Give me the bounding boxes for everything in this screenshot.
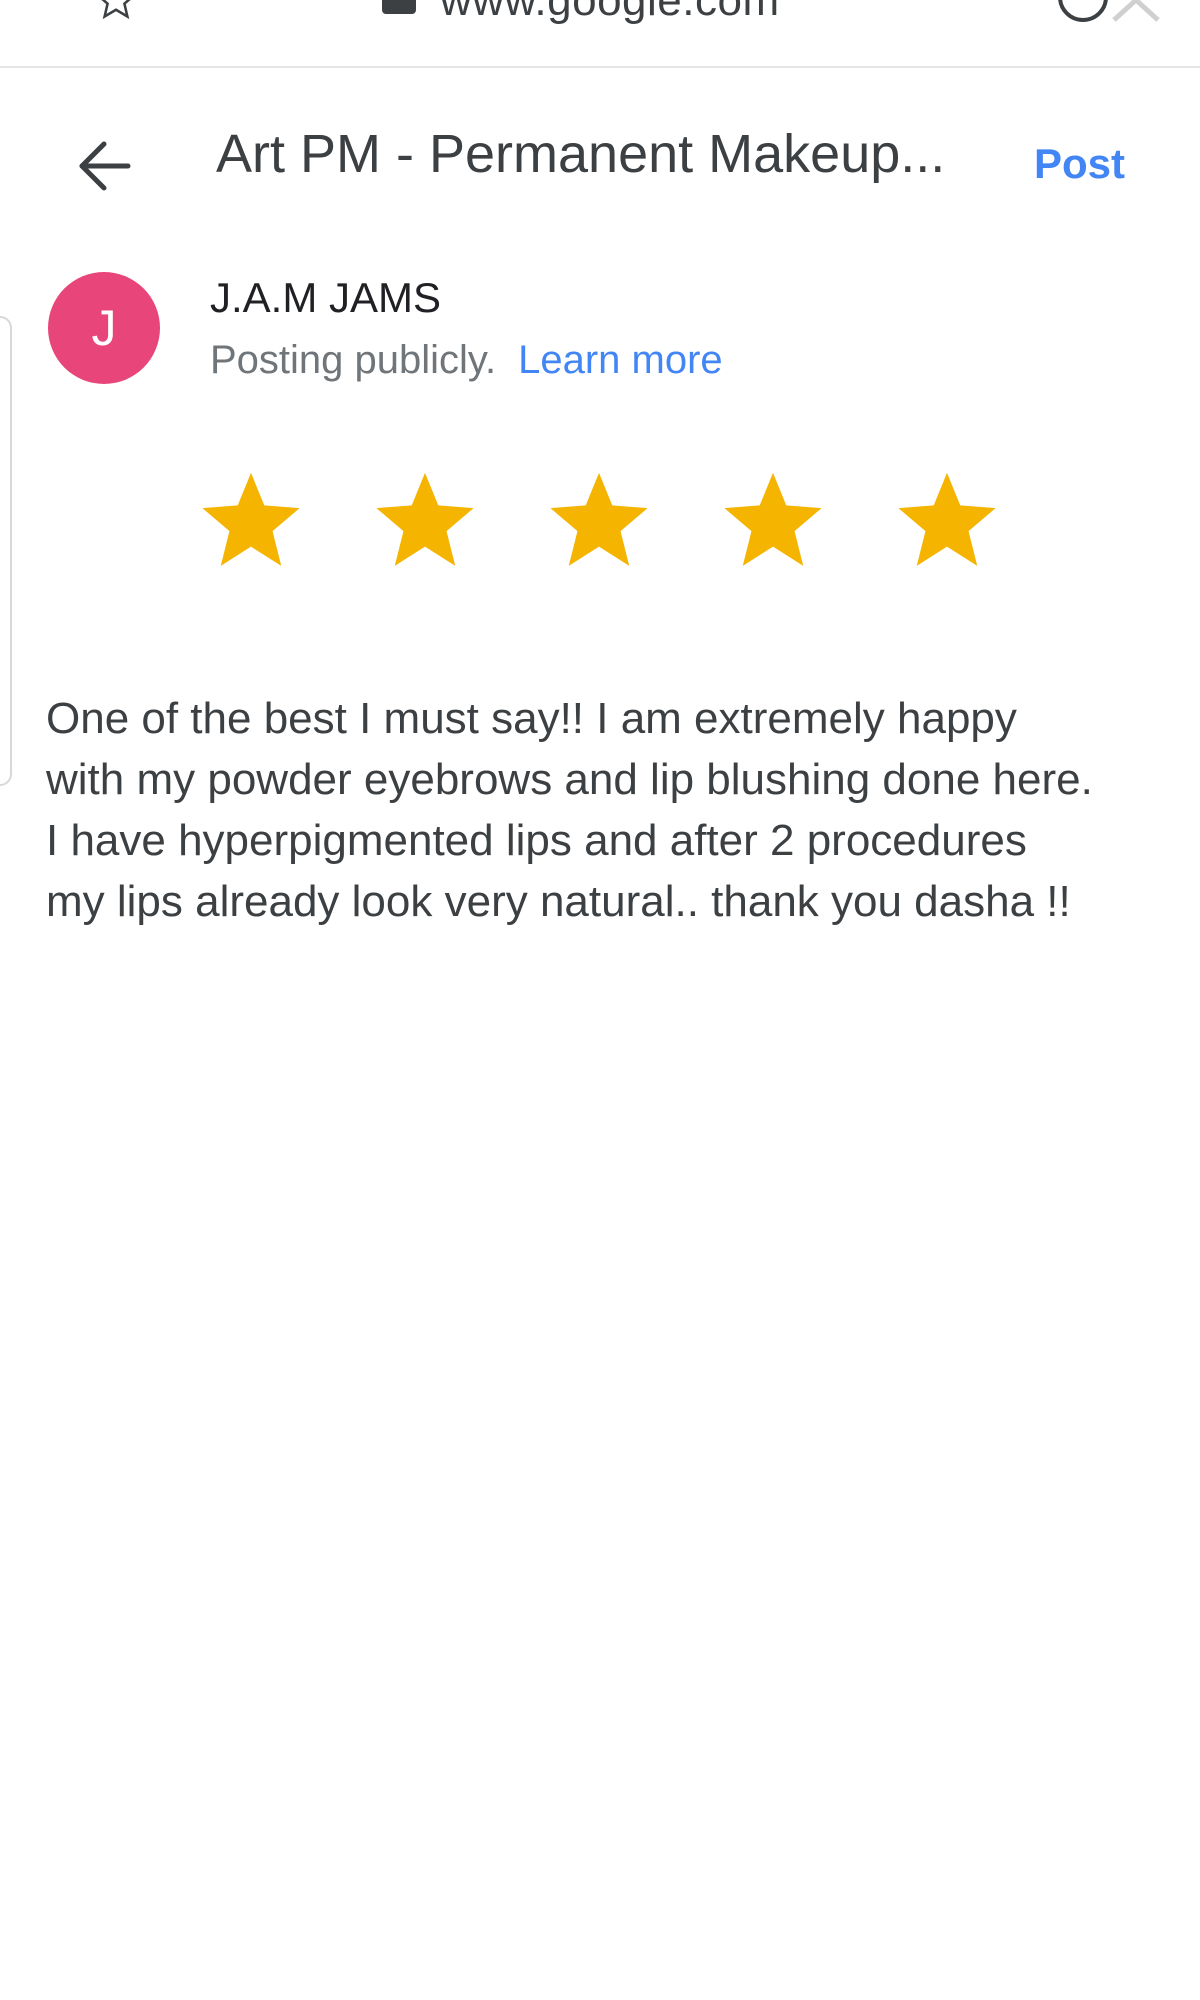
learn-more-link[interactable]: Learn more — [518, 338, 723, 382]
user-name: J.A.M JAMS — [210, 274, 442, 321]
url-text[interactable]: www.google.com — [440, 0, 780, 26]
review-line: One of the best I must say!! I am extrem… — [46, 694, 1017, 743]
star-shape — [376, 472, 474, 566]
post-button[interactable]: Post — [1034, 136, 1125, 192]
back-arrow-icon[interactable] — [76, 140, 132, 192]
page-title: Art PM - Permanent Makeup... — [216, 124, 946, 184]
reload-icon[interactable] — [1058, 0, 1108, 22]
star-3-icon[interactable] — [544, 466, 654, 576]
star-5-icon[interactable] — [892, 466, 1002, 576]
star-shape — [898, 472, 996, 566]
background-card-edge — [0, 316, 12, 786]
posting-publicly-text: Posting publicly. — [210, 338, 497, 382]
review-text[interactable]: One of the best I must say!! I am extrem… — [46, 688, 1186, 932]
star-shape — [724, 472, 822, 566]
close-icon[interactable] — [1106, 0, 1166, 30]
review-line: I have hyperpigmented lips and after 2 p… — [46, 816, 1027, 865]
review-line: with my powder eyebrows and lip blushing… — [46, 755, 1093, 804]
star-1-icon[interactable] — [196, 466, 306, 576]
browser-address-bar: www.google.com — [0, 0, 1200, 68]
lock-icon — [382, 0, 416, 14]
review-line: my lips already look very natural.. than… — [46, 877, 1071, 926]
star-4-icon[interactable] — [718, 466, 828, 576]
star-shape — [550, 472, 648, 566]
star-shape — [202, 472, 300, 566]
star-2-icon[interactable] — [370, 466, 480, 576]
bookmark-star-icon[interactable] — [94, 0, 138, 22]
avatar: J — [48, 272, 160, 384]
star-rating — [196, 466, 1016, 576]
posting-visibility: Posting publicly. Learn more — [210, 334, 723, 386]
